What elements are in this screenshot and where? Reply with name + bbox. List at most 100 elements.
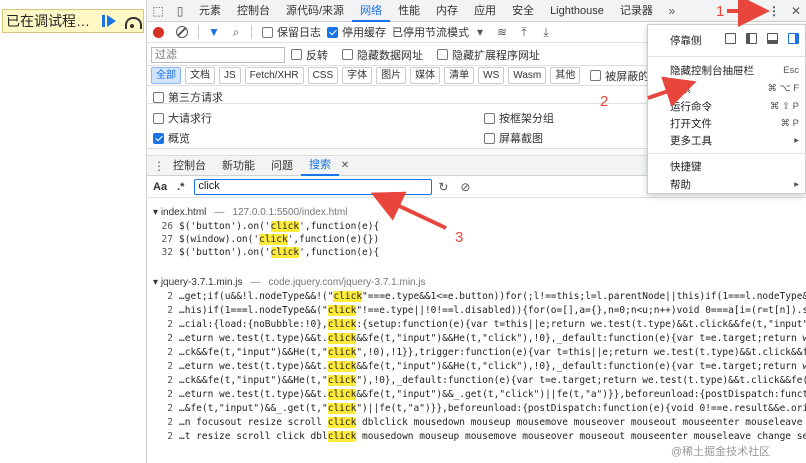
type-img[interactable]: 图片 — [376, 67, 407, 84]
match-highlight: click — [270, 221, 300, 232]
result-file-header[interactable]: ▾ index.html — 127.0.0.1:5500/index.html — [147, 207, 806, 219]
result-line[interactable]: 26 $('button').on('click',function(e){ — [147, 221, 806, 233]
type-css[interactable]: CSS — [307, 67, 339, 84]
tab-elements[interactable]: 元素 — [191, 0, 229, 22]
preserve-log-checkbox[interactable] — [262, 26, 273, 38]
result-line[interactable]: 27 $(window).on('click',function(e){}) — [147, 234, 806, 246]
watermark: @稀土掘金技术社区 — [671, 446, 771, 458]
filter-icon[interactable]: ▼ — [203, 22, 225, 42]
drawer-tab-search[interactable]: 搜索 — [301, 156, 339, 176]
menu-item-label: 隐藏控制台抽屉栏 — [670, 64, 754, 77]
type-all[interactable]: 全部 — [151, 67, 181, 84]
search-icon[interactable]: ⌕ — [225, 22, 247, 42]
match-highlight: click — [327, 431, 357, 442]
device-toolbar-icon[interactable]: ▯ — [169, 1, 191, 21]
type-font[interactable]: 字体 — [342, 67, 373, 84]
menu-item-hide-drawer[interactable]: 隐藏控制台抽屉栏 Esc — [670, 63, 799, 77]
result-line[interactable]: 2 …&fe(t,"input")&&_.get(t,"click")||fe(t… — [147, 403, 806, 415]
refresh-icon[interactable]: ↻ — [432, 177, 454, 197]
step-over-icon[interactable] — [124, 15, 142, 29]
menu-item-shortcut: ⌘ ⌥ F — [767, 82, 799, 94]
upload-icon[interactable]: ⤒ — [513, 22, 535, 42]
third-party-checkbox[interactable] — [153, 91, 164, 103]
close-tab-icon[interactable]: ✕ — [339, 156, 351, 176]
wifi-icon[interactable]: ≋ — [491, 22, 513, 42]
result-line[interactable]: 2 …eturn we.test(t.type)&&t.click&&fe(t,"… — [147, 389, 806, 401]
invert-checkbox[interactable] — [291, 49, 302, 60]
line-text-before: …his)if(1===l.nodeType&&(" — [179, 305, 328, 316]
menu-item-help[interactable]: 帮助 ▸ — [670, 177, 799, 191]
result-line[interactable]: 2 …ck&&fe(t,"input")&&He(t,"click",!0),!1… — [147, 347, 806, 359]
hide-data-urls-checkbox[interactable] — [342, 49, 353, 60]
throttle-select[interactable]: 已停用节流模式 — [392, 24, 469, 40]
tab-recorder[interactable]: 记录器 — [612, 0, 661, 22]
kebab-menu-icon[interactable]: ⋮ — [763, 1, 785, 21]
type-other[interactable]: 其他 — [550, 67, 581, 84]
tab-application[interactable]: 应用 — [466, 0, 504, 22]
menu-item-open-file[interactable]: 打开文件 ⌘ P — [670, 116, 799, 130]
result-file-url: 127.0.0.1:5500/index.html — [232, 207, 348, 218]
dock-right-icon[interactable] — [788, 33, 799, 44]
result-line[interactable]: 2 …his)if(1===l.nodeType&&("click"!==e.ty… — [147, 305, 806, 317]
menu-item-run-command[interactable]: 运行命令 ⌘ ⇧ P — [670, 99, 799, 113]
close-devtools-icon[interactable]: ✕ — [785, 1, 806, 21]
tab-console[interactable]: 控制台 — [229, 0, 278, 22]
tab-security[interactable]: 安全 — [504, 0, 542, 22]
undock-icon[interactable] — [725, 33, 737, 44]
menu-item-shortcuts[interactable]: 快捷键 — [670, 159, 799, 173]
result-line[interactable]: 2 …eturn we.test(t.type)&&t.click&&fe(t,"… — [147, 361, 806, 373]
menu-item-search[interactable]: 搜索 ⌘ ⌥ F — [670, 81, 799, 95]
overview-checkbox[interactable] — [153, 132, 164, 144]
drawer-tab-issues[interactable]: 问题 — [263, 157, 301, 175]
clear-icon[interactable] — [176, 26, 188, 38]
line-text-before: …get;if(u&&!l.nodeType&&!(" — [179, 291, 334, 302]
dock-bottom-icon[interactable] — [767, 33, 779, 44]
line-text-after: &&fe(t,"input")&&_.get(t,"click")||fe(t,… — [356, 389, 806, 400]
group-by-frame-checkbox[interactable] — [484, 112, 495, 124]
record-icon[interactable] — [153, 26, 164, 38]
type-manifest[interactable]: 清单 — [444, 67, 475, 84]
clear-search-icon[interactable]: ⊘ — [454, 177, 476, 197]
resume-icon[interactable] — [102, 15, 116, 27]
tab-memory[interactable]: 内存 — [428, 0, 466, 22]
result-file-header[interactable]: ▾ jquery-3.7.1.min.js — code.jquery.com/jq… — [147, 277, 806, 289]
hide-extension-urls-checkbox[interactable] — [437, 49, 448, 60]
type-media[interactable]: 媒体 — [410, 67, 441, 84]
drawer-tab-whats-new[interactable]: 新功能 — [214, 157, 263, 175]
tab-lighthouse[interactable]: Lighthouse — [542, 0, 612, 22]
result-line[interactable]: 2 …t resize scroll click dblclick mousedo… — [147, 431, 806, 443]
filter-input[interactable]: 过滤 — [151, 46, 285, 63]
type-fetch-xhr[interactable]: Fetch/XHR — [244, 67, 304, 84]
screenshots-checkbox[interactable] — [484, 132, 495, 144]
result-line[interactable]: 2 …n focusout resize scroll click dblclic… — [147, 417, 806, 429]
regex-toggle[interactable]: .* — [177, 181, 184, 193]
drawer-tab-console[interactable]: 控制台 — [165, 157, 214, 175]
match-case-toggle[interactable]: Aa — [153, 181, 167, 193]
result-line[interactable]: 32 $('button').on('click',function(e){ — [147, 247, 806, 259]
tab-sources[interactable]: 源代码/来源 — [278, 0, 352, 22]
tab-network[interactable]: 网络 — [352, 0, 391, 22]
result-line[interactable]: 2 …eturn we.test(t.type)&&t.click&&fe(t,"… — [147, 333, 806, 345]
chevron-down-icon[interactable]: ▾ — [469, 22, 491, 42]
dock-left-icon[interactable] — [746, 33, 758, 44]
result-line[interactable]: 2 …ck&&fe(t,"input")&&He(t,"click"),!0},_… — [147, 375, 806, 387]
type-doc[interactable]: 文档 — [185, 67, 215, 84]
search-input[interactable]: click — [194, 179, 433, 195]
settings-gear-icon[interactable]: ⚙ — [741, 1, 763, 21]
inspect-element-icon[interactable]: ⬚ — [147, 1, 169, 21]
menu-item-more-tools[interactable]: 更多工具 ▸ — [670, 133, 799, 147]
more-tabs-icon[interactable]: » — [661, 1, 683, 21]
type-ws[interactable]: WS — [478, 67, 505, 84]
drawer-menu-icon[interactable]: ⋮ — [153, 156, 165, 176]
result-line[interactable]: 2 …get;if(u&&!l.nodeType&&!("click"===e.t… — [147, 291, 806, 303]
result-line[interactable]: 2 …cial:{load:{noBubble:!0},click:{setup:… — [147, 319, 806, 331]
expand-triangle-icon[interactable]: ▾ — [153, 207, 161, 218]
disable-cache-checkbox[interactable] — [327, 26, 338, 38]
blocked-cookies-checkbox[interactable] — [590, 70, 602, 81]
large-rows-checkbox[interactable] — [153, 112, 164, 124]
type-wasm[interactable]: Wasm — [508, 67, 547, 84]
tab-performance[interactable]: 性能 — [390, 0, 428, 22]
download-icon[interactable]: ⤓ — [535, 22, 557, 42]
expand-triangle-icon[interactable]: ▾ — [153, 277, 161, 288]
type-js[interactable]: JS — [219, 67, 241, 84]
